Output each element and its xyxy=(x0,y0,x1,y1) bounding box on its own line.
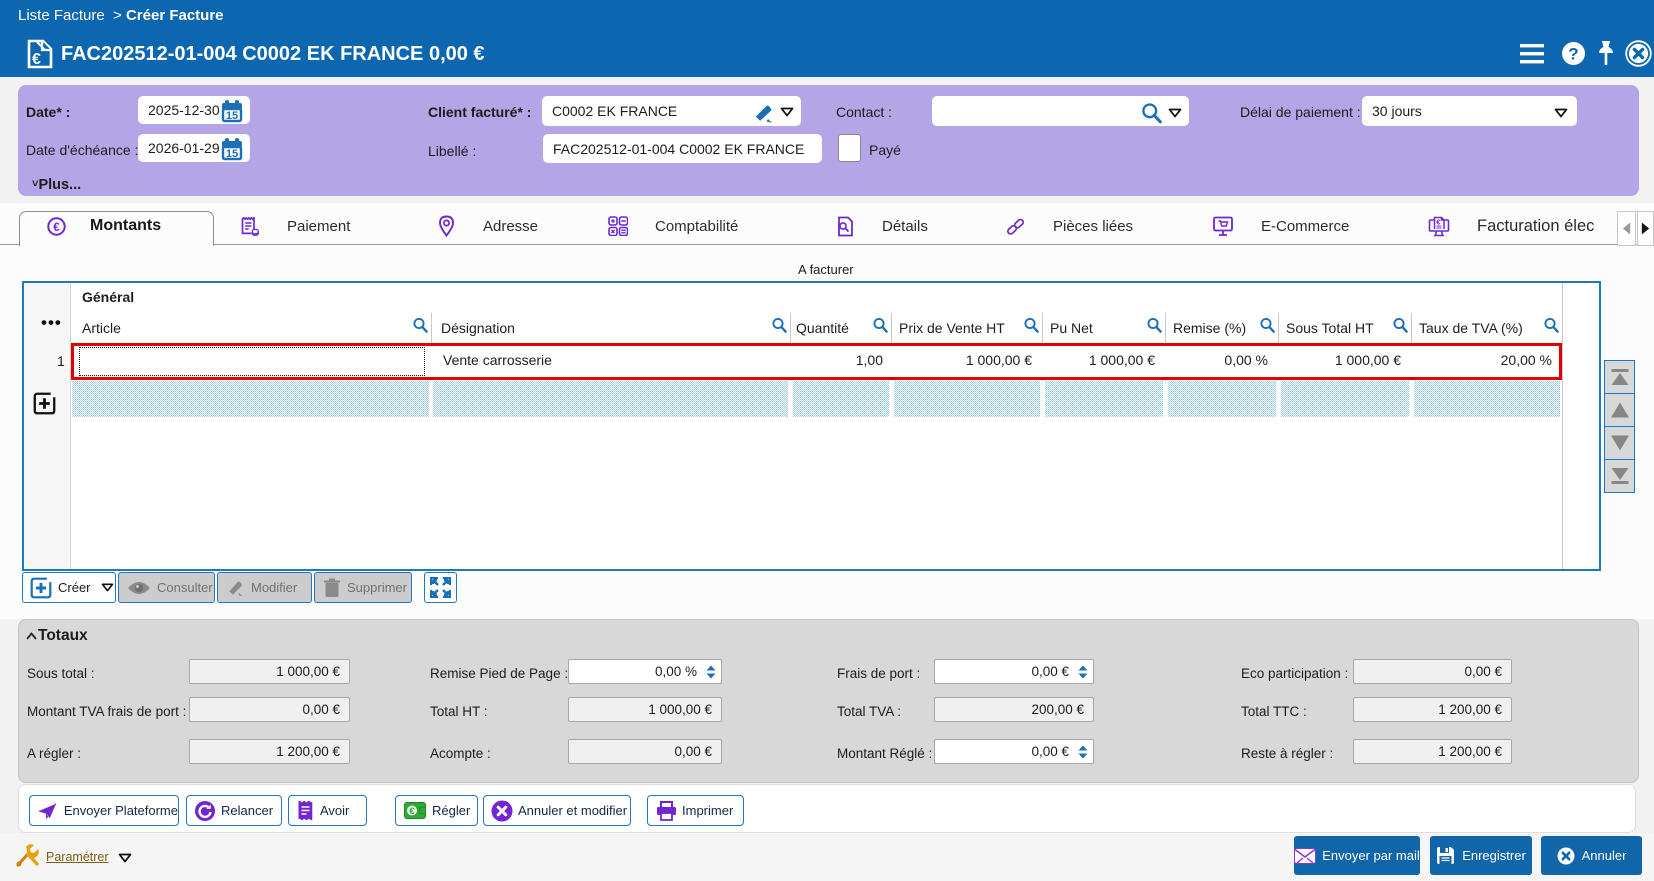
svg-text:€: € xyxy=(53,222,60,234)
svg-text:15: 15 xyxy=(226,148,238,160)
svg-text:?: ? xyxy=(1568,44,1578,63)
svg-text:€: € xyxy=(409,806,415,817)
svg-text:15: 15 xyxy=(226,110,238,122)
svg-text:€: € xyxy=(32,51,41,68)
